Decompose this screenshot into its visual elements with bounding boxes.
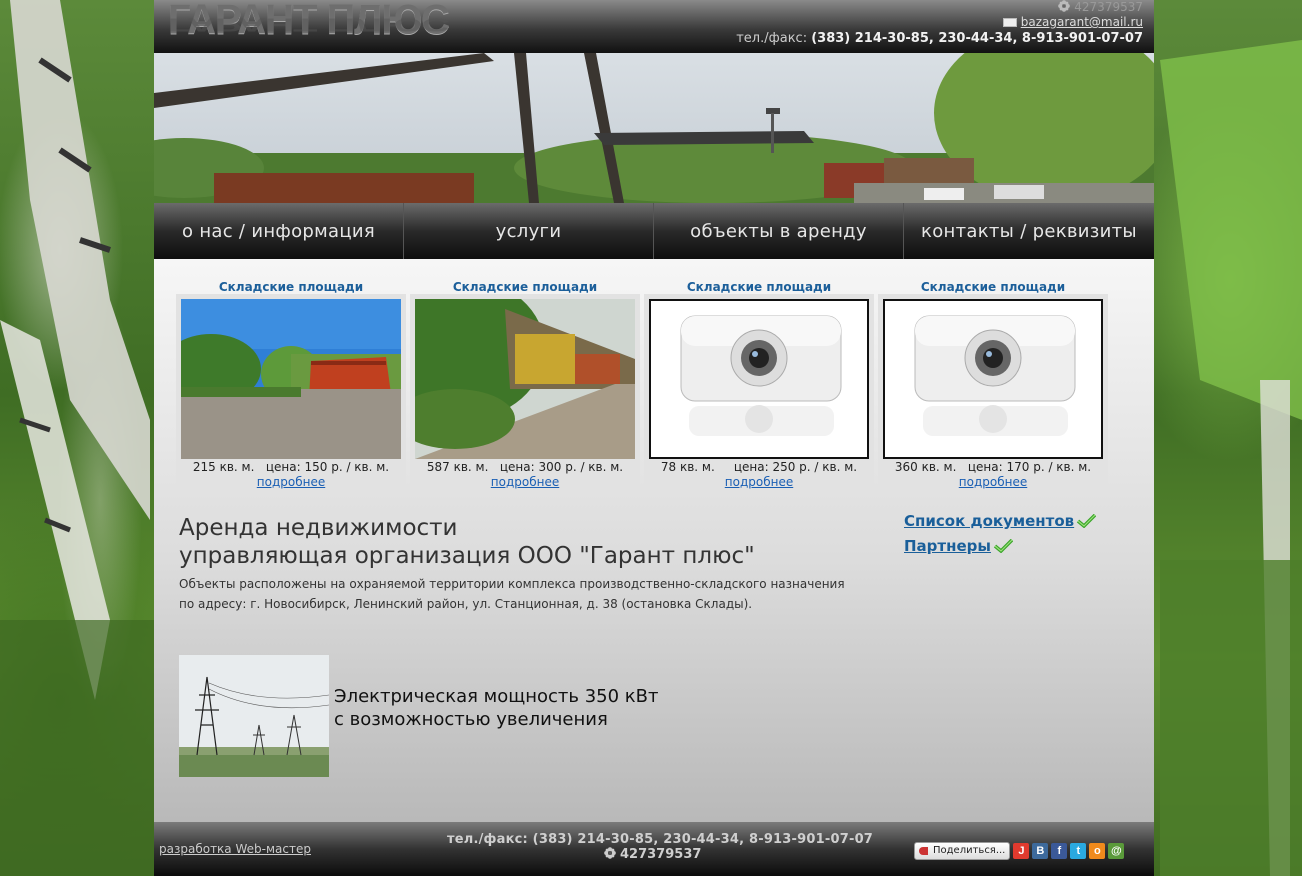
header-icq-number: 427379537 <box>1074 0 1143 14</box>
nav-contacts[interactable]: контакты / реквизиты <box>904 203 1154 259</box>
developer-link[interactable]: разработка Web-мастер <box>159 842 311 856</box>
red-warehouse-photo[interactable] <box>181 299 401 459</box>
checkmark-icon <box>1077 514 1097 528</box>
card-body: 215 кв. м. цена: 150 р. / кв. м. подробн… <box>176 294 406 494</box>
card-more-link[interactable]: подробнее <box>410 475 640 489</box>
power-lines-photo <box>179 655 329 777</box>
vkontakte-icon[interactable]: B <box>1032 842 1049 859</box>
camera-placeholder-image[interactable] <box>883 299 1103 459</box>
twitter-icon[interactable]: t <box>1070 842 1087 859</box>
page-title: Аренда недвижимости <box>179 515 458 541</box>
header: ГАРАНТ ПЛЮС ГАРАНТ ПЛЮС 427379537 bazaga… <box>154 0 1154 53</box>
footer: разработка Web-мастер тел./факс: (383) 2… <box>154 822 1154 876</box>
card-more-link[interactable]: подробнее <box>176 475 406 489</box>
card-area: 360 кв. м. <box>894 460 957 474</box>
property-card: Складские площади 360 кв. м. цена: 170 р… <box>878 279 1108 494</box>
card-area: 215 кв. м. <box>192 460 255 474</box>
camera-placeholder-image[interactable] <box>649 299 869 459</box>
card-title[interactable]: Складские площади <box>644 279 874 295</box>
card-price: цена: 250 р. / кв. м. <box>733 460 858 474</box>
property-cards: Складские площади 215 кв. м. цена: 150 р… <box>176 279 1112 494</box>
card-body: 360 кв. м. цена: 170 р. / кв. м. подробн… <box>878 294 1108 494</box>
power-capacity-line: Электрическая мощность 350 кВт <box>334 686 659 707</box>
card-body: 78 кв. м. цена: 250 р. / кв. м. подробне… <box>644 294 874 494</box>
card-info: 360 кв. м. цена: 170 р. / кв. м. <box>878 460 1108 474</box>
share-button[interactable]: Поделиться... <box>914 841 1011 860</box>
nav-services[interactable]: услуги <box>404 203 654 259</box>
partners-link[interactable]: Партнеры <box>904 537 1013 555</box>
card-more-link[interactable]: подробнее <box>878 475 1108 489</box>
footer-icq: 427379537 <box>604 847 701 862</box>
card-title[interactable]: Складские площади <box>410 279 640 295</box>
footer-phone: тел./факс: (383) 214-30-85, 230-44-34, 8… <box>447 832 874 847</box>
nav-about[interactable]: о нас / информация <box>154 203 404 259</box>
main-nav: о нас / информация услуги объекты в арен… <box>154 203 1154 259</box>
card-more-link[interactable]: подробнее <box>644 475 874 489</box>
site-container: ГАРАНТ ПЛЮС ГАРАНТ ПЛЮС 427379537 bazaga… <box>154 0 1154 876</box>
header-phone: тел./факс: (383) 214-30-85, 230-44-34, 8… <box>736 31 1143 46</box>
card-area: 587 кв. м. <box>426 460 489 474</box>
card-info: 78 кв. м. цена: 250 р. / кв. м. <box>644 460 874 474</box>
card-title[interactable]: Складские площади <box>878 279 1108 295</box>
icq-flower-icon <box>604 847 616 859</box>
footer-icq-number: 427379537 <box>620 847 702 862</box>
envelope-icon <box>1002 18 1017 27</box>
card-price: цена: 170 р. / кв. м. <box>967 460 1092 474</box>
partners-link-label: Партнеры <box>904 537 991 555</box>
site-logo-reflection: ГАРАНТ ПЛЮС <box>168 14 449 34</box>
facebook-icon[interactable]: f <box>1051 842 1068 859</box>
moimir-icon[interactable]: @ <box>1108 842 1125 859</box>
header-icq: 427379537 <box>1058 0 1143 14</box>
card-area: 78 кв. м. <box>660 460 715 474</box>
card-price: цена: 300 р. / кв. м. <box>499 460 624 474</box>
documents-link[interactable]: Список документов <box>904 512 1097 530</box>
header-phone-label: тел./факс: <box>736 31 808 46</box>
livejournal-icon[interactable]: J <box>1013 842 1030 859</box>
card-info: 587 кв. м. цена: 300 р. / кв. м. <box>410 460 640 474</box>
card-body: 587 кв. м. цена: 300 р. / кв. м. подробн… <box>410 294 640 494</box>
property-card: Складские площади 78 кв. м. цена: 250 р.… <box>644 279 874 494</box>
icq-flower-icon <box>1058 0 1071 12</box>
header-email: bazagarant@mail.ru <box>1002 15 1143 29</box>
share-widget: Поделиться... J B f t o @ <box>914 841 1125 860</box>
card-title[interactable]: Складские площади <box>176 279 406 295</box>
banner-photo <box>154 53 1154 203</box>
card-info: 215 кв. м. цена: 150 р. / кв. м. <box>176 460 406 474</box>
address-line: по адресу: г. Новосибирск, Ленинский рай… <box>179 597 753 611</box>
power-expansion-line: с возможностью увеличения <box>334 709 608 730</box>
nav-rental-objects[interactable]: объекты в аренду <box>654 203 904 259</box>
yellow-warehouse-photo[interactable] <box>415 299 635 459</box>
description-line: Объекты расположены на охраняемой террит… <box>179 577 845 591</box>
header-phone-numbers: (383) 214-30-85, 230-44-34, 8-913-901-07… <box>811 31 1143 46</box>
documents-link-label: Список документов <box>904 512 1075 530</box>
property-card: Складские площади 587 кв. м. цена: 300 р… <box>410 279 640 494</box>
page-subtitle: управляющая организация ООО "Гарант плюс… <box>179 543 755 569</box>
industrial-yard-banner-image <box>154 53 1154 203</box>
card-price: цена: 150 р. / кв. м. <box>265 460 390 474</box>
property-card: Складские площади 215 кв. м. цена: 150 р… <box>176 279 406 494</box>
odnoklassniki-icon[interactable]: o <box>1089 842 1106 859</box>
checkmark-icon <box>993 539 1013 553</box>
email-link[interactable]: bazagarant@mail.ru <box>1021 15 1143 29</box>
